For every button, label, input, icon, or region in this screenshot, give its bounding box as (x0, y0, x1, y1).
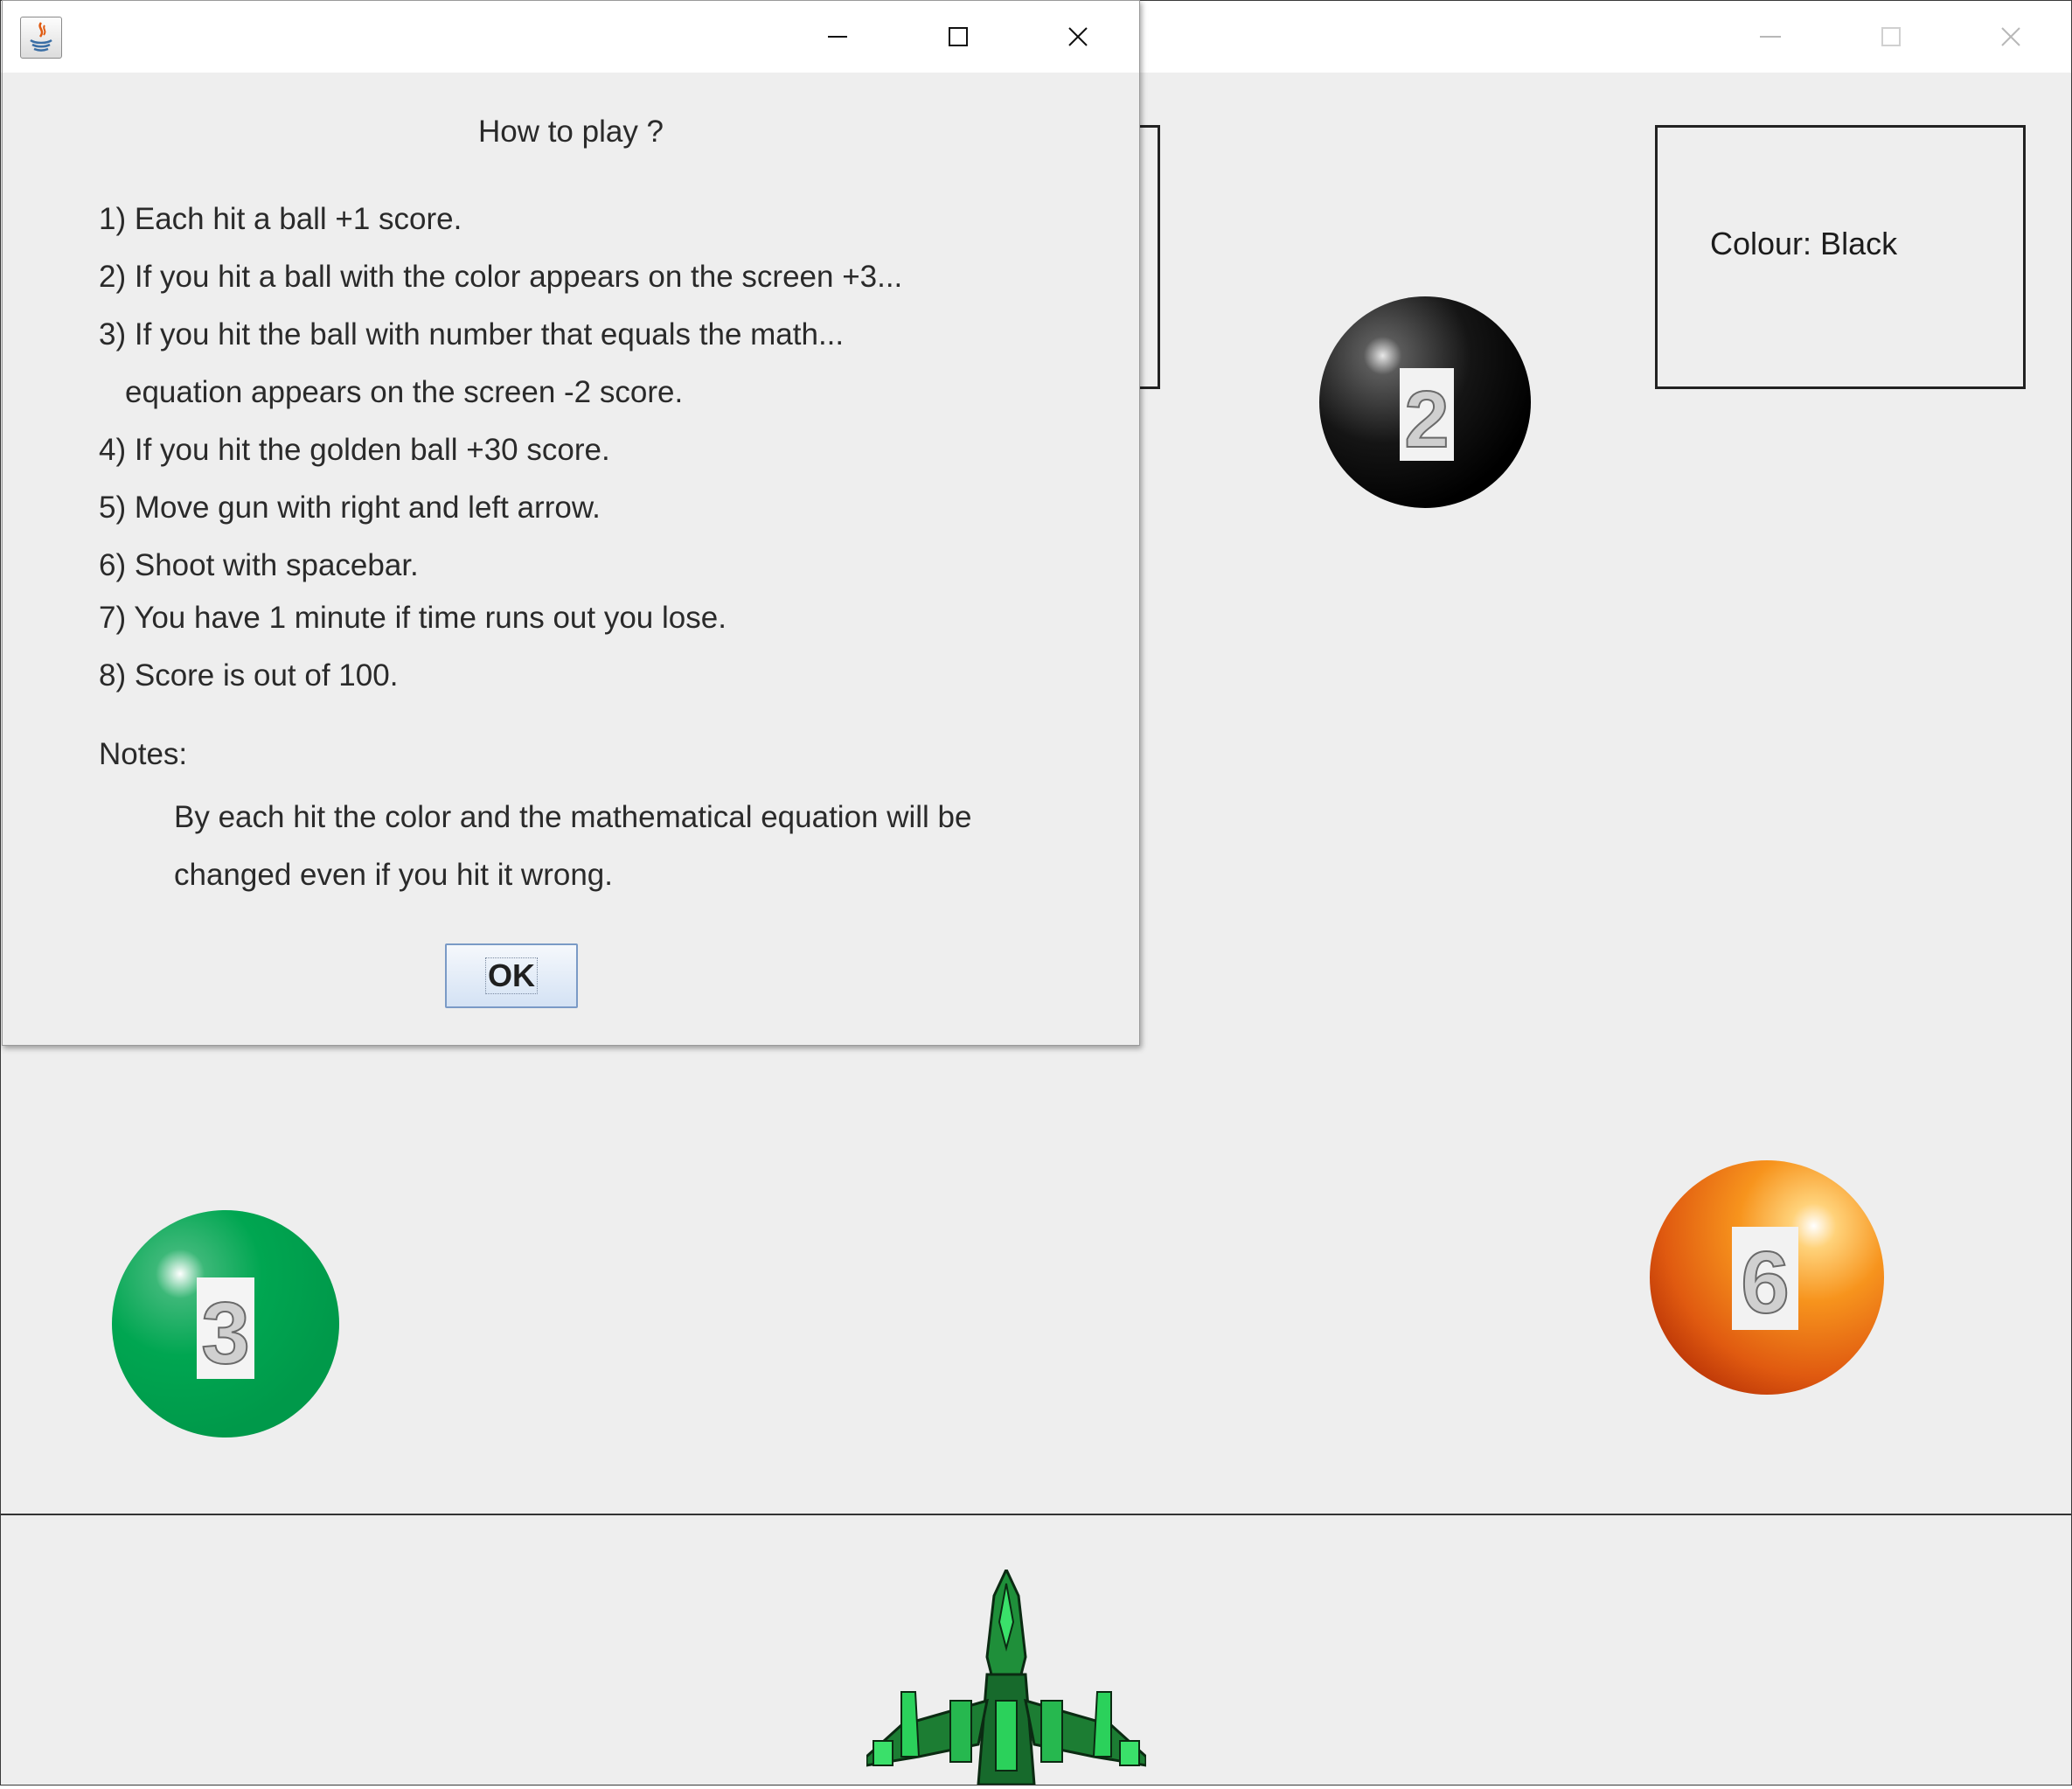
dialog-maximize-button[interactable] (898, 1, 1019, 73)
colour-box: Colour: Black (1655, 125, 2026, 389)
green-spaceship-icon (865, 1566, 1148, 1789)
dialog-close-button[interactable] (1018, 1, 1138, 73)
rule-1: 1) Each hit a ball +1 score. (99, 202, 462, 236)
rule-5: 5) Move gun with right and left arrow. (99, 491, 601, 525)
ok-button-label: OK (485, 957, 538, 994)
java-icon (20, 17, 62, 59)
notes-heading: Notes: (99, 737, 188, 771)
game-minimize-button[interactable] (1710, 1, 1831, 73)
maximize-icon (1881, 27, 1901, 46)
rule-3-continuation: equation appears on the screen -2 score. (125, 375, 684, 409)
ball-number: 2 (1404, 375, 1449, 464)
ball-orange: 6 (1648, 1159, 1886, 1401)
how-to-play-dialog: How to play ? 1) Each hit a ball +1 scor… (2, 0, 1140, 1046)
minimize-icon (1760, 36, 1781, 38)
notes-line-1: By each hit the color and the mathematic… (174, 800, 972, 834)
ball-number: 3 (201, 1284, 250, 1382)
maximize-icon (949, 27, 968, 46)
rule-4: 4) If you hit the golden ball +30 score. (99, 433, 610, 467)
dialog-titlebar (3, 1, 1139, 73)
game-close-button[interactable] (1950, 1, 2071, 73)
rule-8: 8) Score is out of 100. (99, 658, 399, 693)
notes-line-2: changed even if you hit it wrong. (174, 858, 613, 892)
rule-3: 3) If you hit the ball with number that … (99, 317, 845, 352)
minimize-icon (828, 36, 847, 38)
dialog-minimize-button[interactable] (777, 1, 898, 73)
rule-2: 2) If you hit a ball with the color appe… (99, 260, 903, 294)
game-maximize-button[interactable] (1831, 1, 1951, 73)
close-icon (1068, 27, 1088, 46)
colour-label: Colour: Black (1710, 226, 1898, 261)
ship-area (1, 1515, 2071, 1786)
rule-7: 7) You have 1 minute if time runs out yo… (99, 601, 727, 635)
ball-green: 3 (111, 1209, 340, 1443)
ball-black: 2 (1318, 295, 1533, 514)
close-icon (2001, 27, 2020, 46)
dialog-title: How to play ? (477, 115, 664, 149)
ok-button[interactable]: OK (445, 943, 578, 1008)
rule-6: 6) Shoot with spacebar. (99, 548, 419, 582)
ball-number: 6 (1741, 1234, 1790, 1332)
